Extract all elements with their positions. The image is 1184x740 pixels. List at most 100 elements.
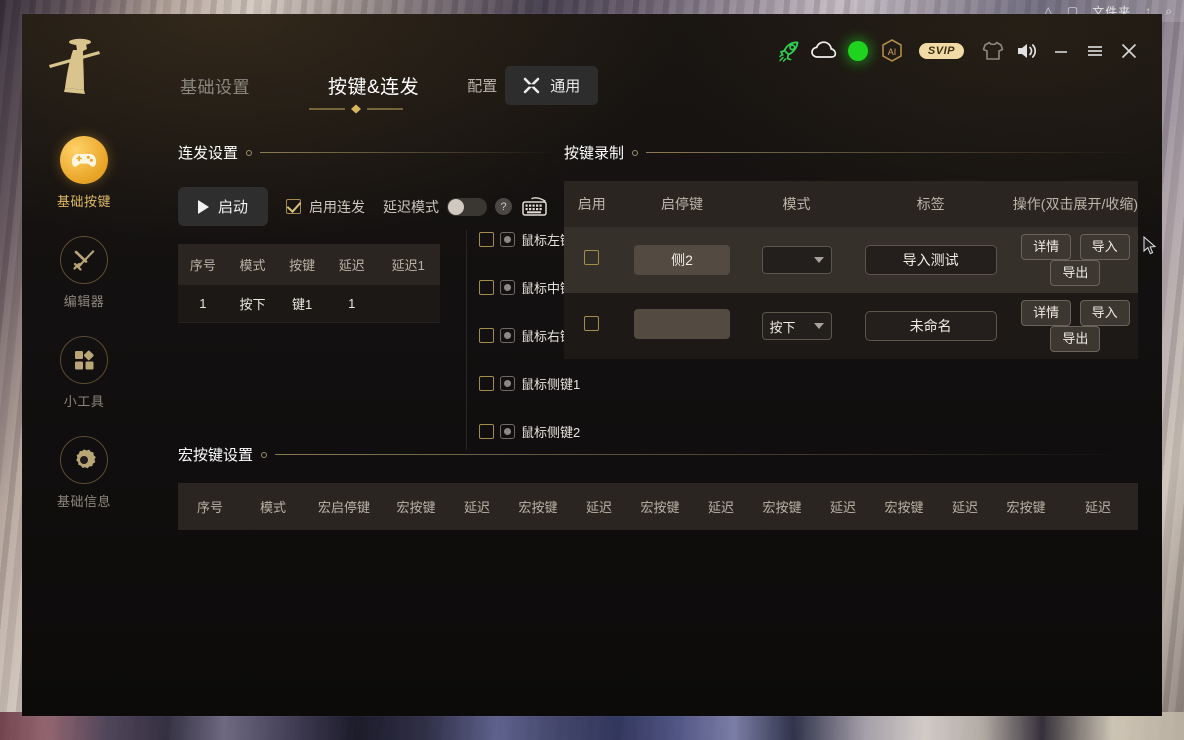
chevron-down-icon [813, 257, 824, 263]
svip-badge[interactable]: SVIP [918, 43, 964, 59]
record-hotkey-field-1[interactable]: 侧2 [634, 245, 731, 275]
enable-burst-label: 启用连发 [309, 198, 366, 215]
record-tag-button-1[interactable]: 导入测试 [864, 245, 997, 275]
record-export-button-1[interactable]: 导出 [1050, 260, 1101, 286]
mouse-cursor [1142, 235, 1160, 256]
crossed-arrows-icon [523, 77, 540, 94]
macro-col-key-2: 宏按键 [518, 500, 558, 515]
burst-col-delay: 延迟 [326, 244, 377, 285]
sidebar-item-editor[interactable]: 编辑器 [22, 236, 146, 310]
sidebar-label-tools: 小工具 [63, 394, 105, 409]
sidebar-item-basic-keys[interactable]: 基础按键 [22, 136, 146, 210]
general-profile-button[interactable]: 通用 [505, 66, 599, 105]
burst-cell-delay: 1 [348, 296, 356, 311]
ai-icon[interactable]: AI [875, 34, 909, 68]
status-dot-indicator[interactable] [841, 34, 875, 68]
tools-grid-icon [60, 336, 108, 384]
mouse-side1-indicator-icon [500, 376, 515, 391]
record-col-actions: 操作(双击展开/收缩) [1012, 181, 1138, 227]
general-profile-label: 通用 [550, 78, 581, 95]
nav-tab-basic-settings[interactable]: 基础设置 [170, 69, 260, 102]
record-col-tag: 标签 [848, 181, 1013, 227]
minimize-button[interactable] [1044, 34, 1078, 68]
burst-cell-delay1 [377, 285, 440, 322]
list-item[interactable]: 鼠标侧键2 [479, 422, 592, 441]
sidebar-label-basic-keys: 基础按键 [56, 194, 111, 209]
record-detail-button-2[interactable]: 详情 [1021, 300, 1072, 326]
macro-col-key-1: 宏按键 [396, 500, 436, 515]
record-enable-checkbox-2[interactable] [584, 316, 600, 331]
mouse-left-checkbox[interactable] [479, 232, 494, 247]
table-row[interactable]: 侧2 导入测试 详情 导入 导出 [564, 227, 1138, 293]
delay-mode-toggle[interactable] [447, 197, 488, 216]
record-cell-actions-1: 详情 导入 导出 [1012, 227, 1138, 293]
macro-col-delay-1: 延迟 [463, 500, 490, 515]
sword-icon [60, 236, 108, 284]
mouse-side1-checkbox[interactable] [479, 376, 494, 391]
macro-col-delay-3: 延迟 [707, 500, 734, 515]
table-row[interactable]: 1 按下 键1 1 [178, 285, 440, 322]
record-import-button-1[interactable]: 导入 [1079, 234, 1130, 260]
macro-col-key-3: 宏按键 [640, 500, 680, 515]
cloud-icon[interactable] [807, 34, 841, 68]
macro-settings-panel: 宏按键设置 序号 模式 宏启停键 宏按键 延迟 宏按键 延迟 宏按键 延迟 宏按… [178, 444, 1138, 530]
macro-col-key-5: 宏按键 [884, 500, 924, 515]
mouse-right-checkbox[interactable] [479, 328, 494, 343]
record-cell-tag-1: 导入测试 [848, 227, 1013, 293]
table-row[interactable]: 按下 未命名 详情 导入 导出 [564, 293, 1138, 359]
list-item[interactable]: 鼠标侧键1 [479, 374, 592, 393]
keyboard-icon[interactable] [521, 196, 548, 218]
chevron-down-icon [813, 323, 824, 329]
key-recording-panel: 按键录制 启用 启停键 模式 标签 操作(双击展开/收缩) 侧2 导入测试 详情… [564, 142, 1138, 359]
mouse-side2-label: 鼠标侧键2 [521, 425, 581, 440]
config-label: 配置 [467, 78, 498, 95]
burst-section-header: 连发设置 [178, 142, 558, 163]
record-export-button-2[interactable]: 导出 [1050, 326, 1101, 352]
record-cell-actions-2: 详情 导入 导出 [1012, 293, 1138, 359]
macro-col-mode: 模式 [259, 500, 286, 515]
record-section-header: 按键录制 [564, 142, 1138, 163]
mouse-left-indicator-icon [500, 232, 515, 247]
macro-col-index: 序号 [196, 500, 223, 515]
record-section-title: 按键录制 [564, 145, 625, 162]
section-dot-icon [246, 149, 253, 156]
mouse-side2-indicator-icon [500, 424, 515, 439]
shirt-icon[interactable] [976, 34, 1010, 68]
delay-mode-label: 延迟模式 [383, 198, 440, 215]
record-cell-tag-2: 未命名 [848, 293, 1013, 359]
burst-col-key: 按键 [277, 244, 327, 285]
macro-table-header-row: 序号 模式 宏启停键 宏按键 延迟 宏按键 延迟 宏按键 延迟 宏按键 延迟 宏… [178, 483, 1138, 530]
record-col-mode: 模式 [744, 181, 849, 227]
section-dot-icon [632, 149, 639, 156]
top-navigation: 基础设置 按键&连发 配置 通用 [170, 66, 599, 105]
burst-col-mode: 模式 [227, 244, 278, 285]
record-enable-checkbox-1[interactable] [584, 250, 600, 265]
record-mode-select-2[interactable]: 按下 [761, 312, 832, 340]
desktop-wallpaper-bottom [0, 712, 1184, 740]
mouse-middle-checkbox[interactable] [479, 280, 494, 295]
record-import-button-2[interactable]: 导入 [1079, 300, 1130, 326]
start-button[interactable]: 启动 [178, 187, 269, 226]
sidebar: 基础按键 编辑器 小工具 基础信息 [22, 124, 146, 716]
record-tag-button-2[interactable]: 未命名 [864, 311, 997, 341]
record-mode-select-1[interactable] [761, 246, 832, 274]
enable-burst-checkbox[interactable] [286, 199, 302, 214]
section-rule [275, 454, 1138, 455]
sidebar-item-basic-info[interactable]: 基础信息 [22, 436, 146, 510]
burst-table: 序号 模式 按键 延迟 延迟1 1 按下 键1 1 [178, 244, 440, 322]
macro-table: 序号 模式 宏启停键 宏按键 延迟 宏按键 延迟 宏按键 延迟 宏按键 延迟 宏… [178, 483, 1138, 530]
burst-controls-row: 启动 启用连发 延迟模式 ? [178, 187, 558, 226]
help-icon[interactable]: ? [495, 198, 513, 215]
close-button[interactable] [1112, 34, 1146, 68]
volume-icon[interactable] [1010, 34, 1044, 68]
record-cell-mode-1 [744, 227, 849, 293]
burst-settings-panel: 连发设置 启动 启用连发 延迟模式 ? 序号 模式 按键 延迟 延迟1 1 按下… [178, 142, 580, 450]
record-hotkey-field-2[interactable] [634, 308, 731, 339]
nav-tab-keys-burst[interactable]: 按键&连发 [318, 68, 429, 103]
record-table-header-row: 启用 启停键 模式 标签 操作(双击展开/收缩) [564, 181, 1138, 227]
mouse-side2-checkbox[interactable] [479, 424, 494, 439]
menu-button[interactable] [1078, 34, 1112, 68]
rocket-icon[interactable] [773, 34, 807, 68]
record-detail-button-1[interactable]: 详情 [1021, 234, 1072, 260]
sidebar-item-tools[interactable]: 小工具 [22, 336, 146, 410]
